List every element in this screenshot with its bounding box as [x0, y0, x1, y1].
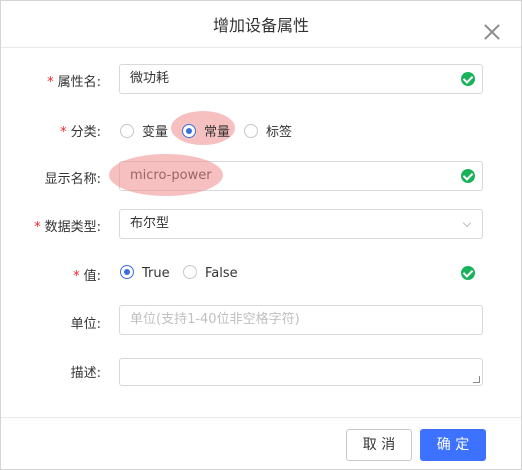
property-name-value: 微功耗 [130, 71, 170, 86]
property-name-input[interactable]: 微功耗 [119, 64, 483, 94]
unit-input[interactable]: 单位(支持1-40位非空格字符) [119, 305, 483, 335]
description-textarea[interactable] [119, 358, 483, 386]
close-icon[interactable] [483, 23, 501, 41]
radio-selected-icon [182, 124, 196, 138]
radio-icon [244, 124, 258, 138]
chevron-down-icon [462, 218, 472, 228]
add-property-dialog: 增加设备属性 *属性名: 微功耗 *分类: 变量 常量 标签 显示名称: mic… [0, 0, 522, 470]
value-option-true[interactable]: True [120, 265, 170, 281]
required-star: * [73, 269, 80, 284]
value-option-false[interactable]: False [183, 265, 238, 281]
data-type-select[interactable]: 布尔型 [119, 209, 483, 239]
unit-label: 单位: [70, 317, 101, 332]
category-option-constant[interactable]: 常量 [182, 121, 230, 140]
value-row: * 值: True False [1, 257, 521, 289]
description-label: 描述: [70, 366, 101, 381]
resize-handle-icon[interactable] [473, 376, 480, 383]
highlight-mark [109, 154, 223, 196]
unit-placeholder: 单位(支持1-40位非空格字符) [130, 312, 300, 327]
check-icon [461, 266, 475, 280]
data-type-label: * 数据类型: [34, 220, 101, 235]
radio-icon [120, 124, 134, 138]
cancel-button[interactable]: 取 消 [346, 429, 412, 461]
data-type-row: * 数据类型: 布尔型 [1, 208, 521, 240]
category-option-tag[interactable]: 标签 [244, 121, 292, 140]
check-icon [461, 169, 475, 183]
category-row: * 分类: 变量 常量 标签 [1, 111, 521, 145]
display-name-label: 显示名称: [44, 172, 101, 187]
required-star: * [34, 220, 41, 235]
radio-selected-icon [120, 265, 134, 279]
display-name-row: 显示名称: micro-power [1, 154, 521, 196]
confirm-button[interactable]: 确 定 [420, 429, 486, 461]
required-star: * [47, 75, 54, 90]
data-type-value: 布尔型 [130, 216, 170, 231]
dialog-title: 增加设备属性 [212, 16, 309, 35]
check-icon [461, 72, 475, 86]
dialog-footer: 取 消 确 定 [1, 417, 521, 470]
unit-row: 单位: 单位(支持1-40位非空格字符) [1, 304, 521, 336]
property-name-label: * 属性名: [47, 75, 101, 90]
category-option-variable[interactable]: 变量 [120, 121, 168, 140]
property-name-row: * 属性名: 微功耗 [1, 63, 521, 95]
radio-icon [183, 265, 197, 279]
value-label: * 值: [73, 269, 101, 284]
dialog-header: 增加设备属性 [1, 1, 521, 48]
category-label: * 分类: [60, 125, 101, 140]
required-star: * [60, 125, 67, 140]
